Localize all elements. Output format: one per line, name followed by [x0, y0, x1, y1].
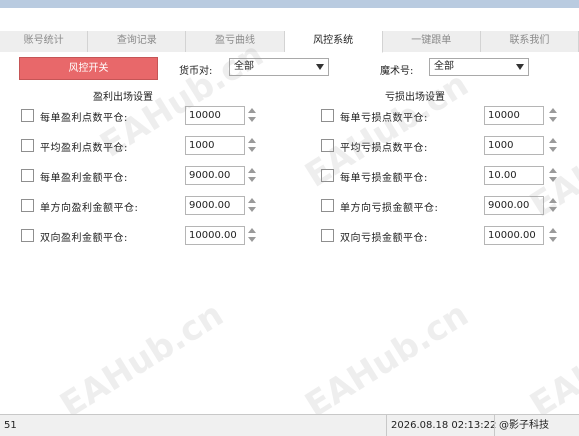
loss-row-label: 每单亏损点数平仓:: [340, 113, 428, 124]
spinner-arrows-icon[interactable]: [549, 227, 558, 244]
status-datetime: 2026.08.18 02:13:22: [386, 415, 500, 436]
loss-row-checkbox[interactable]: [321, 229, 334, 242]
window-title-bar: [0, 0, 579, 8]
magic-number-label: 魔术号:: [380, 66, 414, 77]
loss-row-checkbox[interactable]: [321, 139, 334, 152]
watermark-logo: EAHub.cn: [298, 294, 476, 426]
chevron-down-icon: [316, 64, 324, 70]
watermark-logo: EAHub.cn: [53, 294, 231, 426]
loss-row: 双向亏损金额平仓: 10000.00: [321, 226, 566, 246]
profit-row: 平均盈利点数平仓: 1000: [21, 136, 261, 156]
spinner-arrows-icon[interactable]: [248, 167, 257, 184]
profit-row-checkbox[interactable]: [21, 139, 34, 152]
status-brand: @影子科技: [494, 415, 553, 436]
profit-row-label: 单方向盈利金额平仓:: [40, 203, 139, 214]
tab-risk-control[interactable]: 风控系统: [284, 31, 383, 53]
tab-account-stats[interactable]: 账号统计: [0, 31, 89, 52]
profit-row: 单方向盈利金额平仓: 9000.00: [21, 196, 261, 216]
loss-row: 每单亏损点数平仓: 10000: [321, 106, 566, 126]
loss-row-label: 平均亏损点数平仓:: [340, 143, 428, 154]
loss-row-label: 单方向亏损金额平仓:: [340, 203, 439, 214]
tab-copy-trade[interactable]: 一键跟单: [382, 31, 481, 52]
status-left-text: 51: [4, 420, 17, 431]
spinner-arrows-icon[interactable]: [549, 167, 558, 184]
tab-contact-us[interactable]: 联系我们: [480, 31, 579, 52]
profit-row-input[interactable]: 10000.00: [185, 226, 245, 245]
currency-pair-value: 全部: [234, 61, 254, 72]
profit-row-label: 每单盈利点数平仓:: [40, 113, 128, 124]
watermark-logo: EAHub.cn: [523, 294, 579, 426]
magic-number-select[interactable]: 全部: [429, 58, 529, 76]
profit-row: 每单盈利金额平仓: 9000.00: [21, 166, 261, 186]
tab-pnl-curve[interactable]: 盈亏曲线: [186, 31, 285, 52]
status-bar: 51 2026.08.18 02:13:22 @影子科技: [0, 414, 579, 436]
profit-row-checkbox[interactable]: [21, 109, 34, 122]
loss-row-input[interactable]: 10000.00: [484, 226, 544, 245]
spinner-arrows-icon[interactable]: [248, 197, 257, 214]
chevron-down-icon: [516, 64, 524, 70]
loss-row: 平均亏损点数平仓: 1000: [321, 136, 566, 156]
loss-row-input[interactable]: 1000: [484, 136, 544, 155]
profit-row-input[interactable]: 10000: [185, 106, 245, 125]
loss-row-label: 每单亏损金额平仓:: [340, 173, 428, 184]
loss-row-checkbox[interactable]: [321, 199, 334, 212]
profit-section-title: 盈利出场设置: [93, 92, 153, 103]
loss-row: 单方向亏损金额平仓: 9000.00: [321, 196, 566, 216]
magic-number-value: 全部: [434, 61, 454, 72]
tab-bar: 账号统计 查询记录 盈亏曲线 风控系统 一键跟单 联系我们: [0, 31, 579, 53]
loss-row-input[interactable]: 10.00: [484, 166, 544, 185]
profit-row-input[interactable]: 9000.00: [185, 196, 245, 215]
profit-row-label: 每单盈利金额平仓:: [40, 173, 128, 184]
profit-row-input[interactable]: 9000.00: [185, 166, 245, 185]
loss-row: 每单亏损金额平仓: 10.00: [321, 166, 566, 186]
spinner-arrows-icon[interactable]: [248, 137, 257, 154]
spinner-arrows-icon[interactable]: [549, 197, 558, 214]
risk-toggle-button[interactable]: 风控开关: [19, 57, 158, 80]
loss-row-checkbox[interactable]: [321, 169, 334, 182]
loss-row-input[interactable]: 10000: [484, 106, 544, 125]
profit-row: 双向盈利金额平仓: 10000.00: [21, 226, 261, 246]
profit-row-checkbox[interactable]: [21, 169, 34, 182]
profit-row-checkbox[interactable]: [21, 229, 34, 242]
profit-row-checkbox[interactable]: [21, 199, 34, 212]
loss-row-checkbox[interactable]: [321, 109, 334, 122]
spinner-arrows-icon[interactable]: [248, 227, 257, 244]
profit-row-label: 双向盈利金额平仓:: [40, 233, 128, 244]
profit-row: 每单盈利点数平仓: 10000: [21, 106, 261, 126]
profit-row-label: 平均盈利点数平仓:: [40, 143, 128, 154]
currency-pair-select[interactable]: 全部: [229, 58, 329, 76]
spinner-arrows-icon[interactable]: [549, 107, 558, 124]
loss-row-input[interactable]: 9000.00: [484, 196, 544, 215]
loss-row-label: 双向亏损金额平仓:: [340, 233, 428, 244]
profit-row-input[interactable]: 1000: [185, 136, 245, 155]
tab-query-records[interactable]: 查询记录: [88, 31, 187, 52]
spinner-arrows-icon[interactable]: [248, 107, 257, 124]
currency-pair-label: 货币对:: [179, 66, 213, 77]
loss-section-title: 亏损出场设置: [385, 92, 445, 103]
spinner-arrows-icon[interactable]: [549, 137, 558, 154]
